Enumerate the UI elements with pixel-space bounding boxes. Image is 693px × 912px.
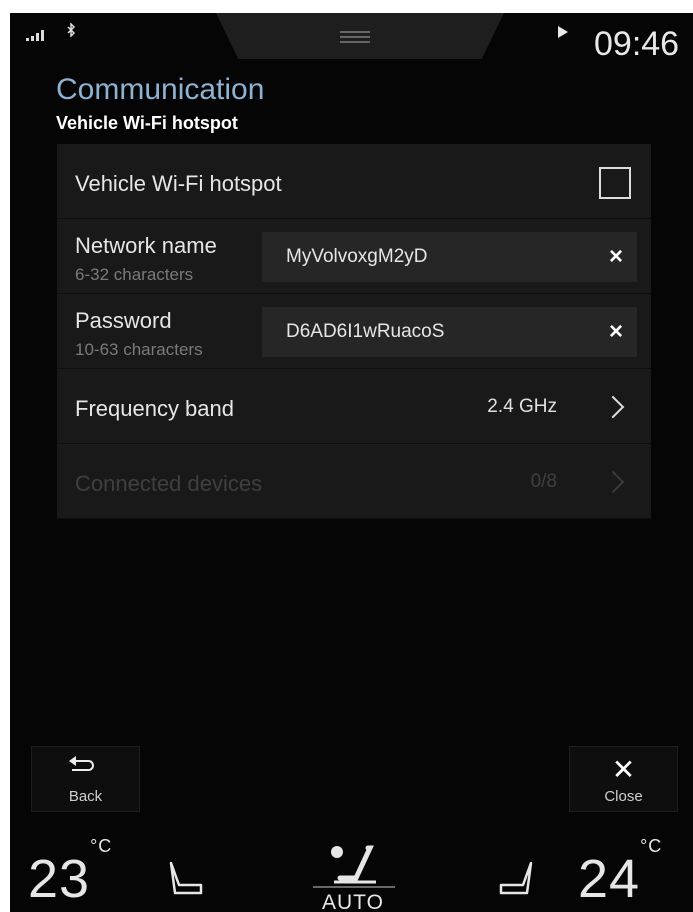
settings-list: Vehicle Wi-Fi hotspot Network name 6-32 … — [57, 144, 651, 519]
connected-devices-row: Connected devices 0/8 — [57, 444, 651, 519]
right-temp-value: 24 — [578, 849, 641, 909]
connected-devices-label: Connected devices — [75, 471, 263, 496]
chevron-right-icon — [601, 470, 625, 494]
status-bar: 09:46 — [10, 13, 693, 63]
back-arrow-icon — [69, 756, 94, 771]
left-temperature[interactable]: 23°C — [28, 836, 112, 910]
clear-network-name-icon[interactable]: × — [609, 243, 623, 271]
network-name-row: Network name 6-32 characters MyVolvoxgM2… — [57, 219, 651, 294]
infotainment-screen: 09:46 Communication Vehicle Wi-Fi hotspo… — [10, 13, 693, 912]
chevron-right-icon — [601, 395, 625, 419]
hotspot-checkbox[interactable] — [599, 167, 631, 199]
network-name-hint: 6-32 characters — [75, 265, 194, 284]
hotspot-toggle-row[interactable]: Vehicle Wi-Fi hotspot — [57, 144, 651, 219]
left-temp-unit: °C — [90, 836, 113, 856]
close-icon: ✕ — [611, 754, 636, 785]
right-temperature[interactable]: 24°C — [578, 836, 662, 910]
frequency-band-label: Frequency band — [75, 396, 234, 421]
frequency-band-row[interactable]: Frequency band 2.4 GHz — [57, 369, 651, 444]
connected-devices-count: 0/8 — [530, 471, 557, 492]
auto-mode-label: AUTO — [322, 891, 384, 912]
page-subtitle: Vehicle Wi-Fi hotspot — [56, 113, 238, 133]
network-name-value: MyVolvoxgM2yD — [286, 246, 428, 267]
page-title: Communication — [56, 73, 265, 106]
password-field[interactable]: D6AD6I1wRuacoS × — [262, 307, 637, 357]
password-row: Password 10-63 characters D6AD6I1wRuacoS… — [57, 294, 651, 369]
network-name-field[interactable]: MyVolvoxgM2yD × — [262, 232, 637, 282]
hotspot-label: Vehicle Wi-Fi hotspot — [75, 171, 282, 196]
password-hint: 10-63 characters — [75, 340, 203, 359]
back-button[interactable]: Back — [31, 746, 140, 812]
auto-divider — [313, 886, 395, 888]
close-button[interactable]: ✕ Close — [569, 746, 678, 812]
clear-password-icon[interactable]: × — [609, 318, 623, 346]
close-label: Close — [604, 788, 643, 805]
network-name-label: Network name — [75, 233, 217, 258]
signal-bars-icon — [26, 29, 44, 41]
left-temp-value: 23 — [28, 849, 91, 909]
frequency-band-value: 2.4 GHz — [487, 396, 557, 417]
clock: 09:46 — [594, 25, 680, 63]
right-temp-unit: °C — [640, 836, 663, 856]
pulldown-handle-icon[interactable] — [340, 31, 370, 46]
play-icon — [558, 26, 568, 38]
seat-heating-right-icon[interactable] — [497, 859, 537, 895]
password-label: Password — [75, 308, 172, 333]
fan-seat-icon — [331, 845, 376, 884]
password-value: D6AD6I1wRuacoS — [286, 321, 445, 342]
seat-heating-left-icon[interactable] — [165, 859, 205, 895]
bluetooth-icon — [66, 22, 76, 42]
back-label: Back — [68, 788, 103, 805]
